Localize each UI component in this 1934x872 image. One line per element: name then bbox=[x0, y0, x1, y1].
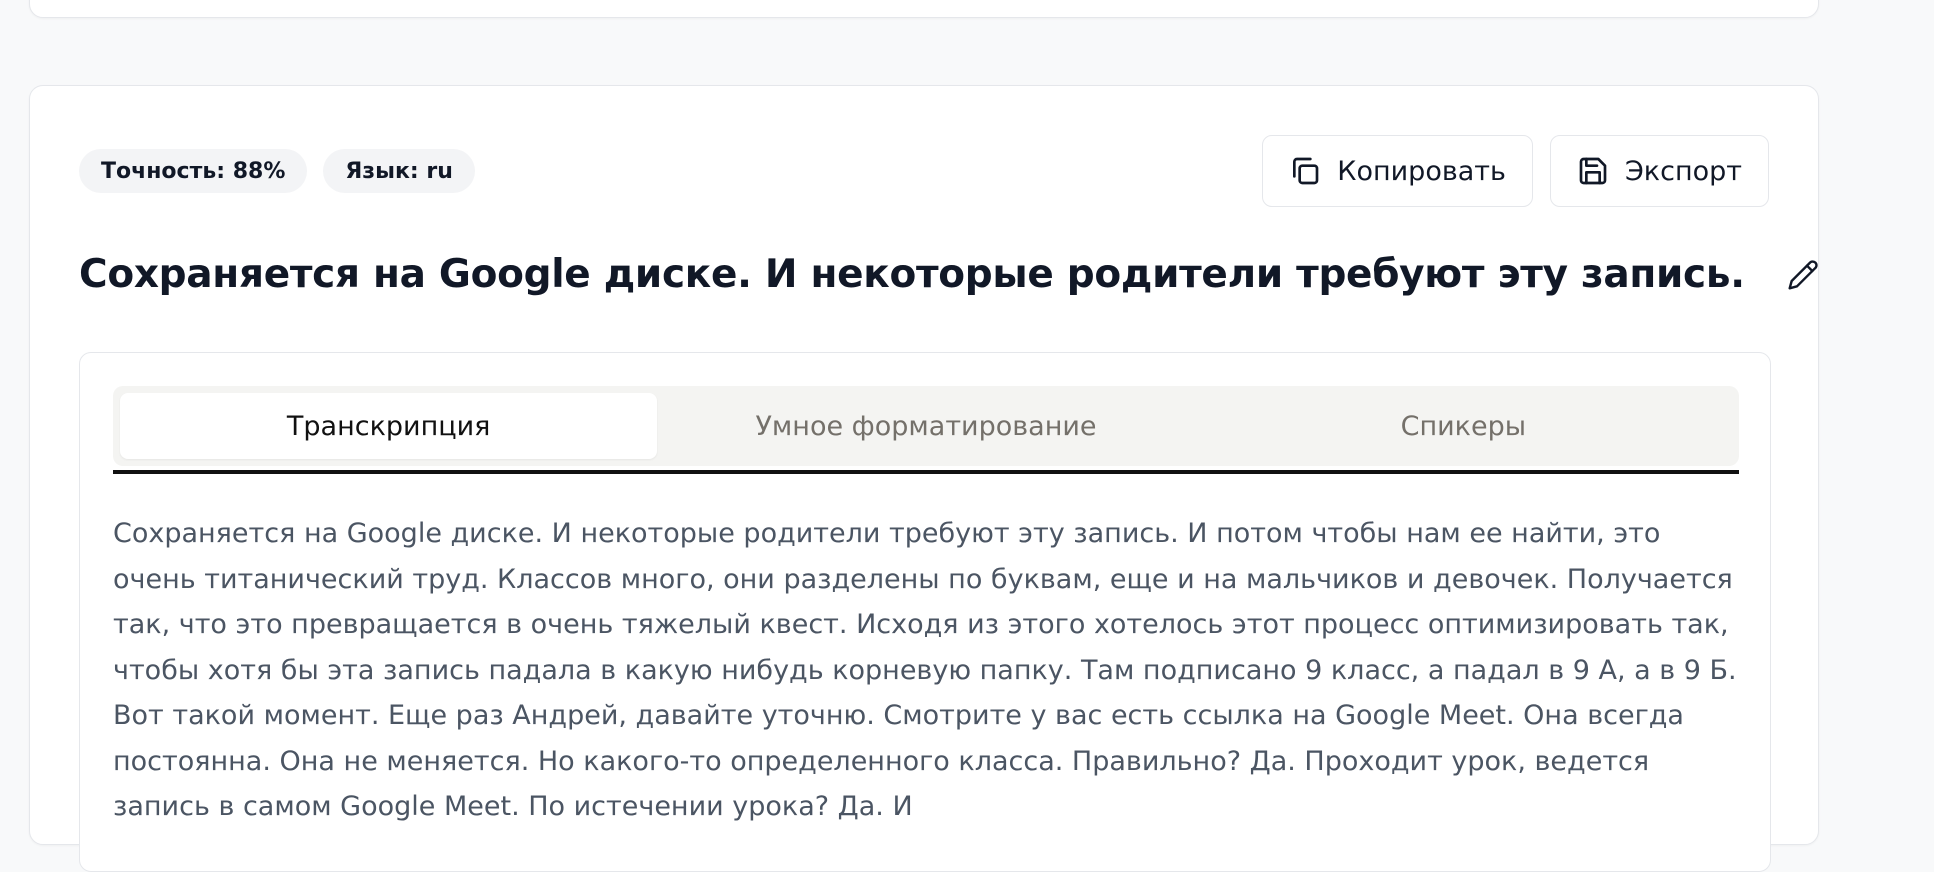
copy-icon bbox=[1289, 155, 1321, 187]
export-button[interactable]: Экспорт bbox=[1549, 135, 1769, 207]
tab-bar: Транскрипция Умное форматирование Спикер… bbox=[113, 386, 1739, 466]
accuracy-badge: Точность: 88% bbox=[79, 149, 308, 193]
action-buttons: Копировать Экспорт bbox=[1262, 135, 1769, 207]
previous-card bbox=[29, 0, 1819, 18]
pencil-icon bbox=[1787, 259, 1819, 291]
tab-speakers[interactable]: Спикеры bbox=[1195, 393, 1732, 459]
transcript-text: Сохраняется на Google диске. И некоторые… bbox=[113, 518, 1737, 822]
tab-smart-formatting[interactable]: Умное форматирование bbox=[657, 393, 1194, 459]
transcript-title: Сохраняется на Google диске. И некоторые… bbox=[79, 252, 1745, 297]
edit-title-button[interactable] bbox=[1785, 257, 1821, 293]
language-badge: Язык: ru bbox=[323, 149, 475, 193]
title-row: Сохраняется на Google диске. И некоторые… bbox=[79, 252, 1821, 297]
tab-transcription[interactable]: Транскрипция bbox=[120, 393, 658, 459]
export-button-label: Экспорт bbox=[1624, 155, 1742, 187]
copy-button[interactable]: Копировать bbox=[1262, 135, 1533, 207]
copy-button-label: Копировать bbox=[1337, 155, 1506, 187]
save-icon bbox=[1577, 155, 1609, 187]
transcription-card: Точность: 88% Язык: ru Копировать Экспор… bbox=[29, 85, 1821, 872]
transcript-panel: Транскрипция Умное форматирование Спикер… bbox=[79, 352, 1771, 872]
tab-underline bbox=[113, 470, 1739, 474]
badge-group: Точность: 88% Язык: ru bbox=[79, 149, 475, 193]
